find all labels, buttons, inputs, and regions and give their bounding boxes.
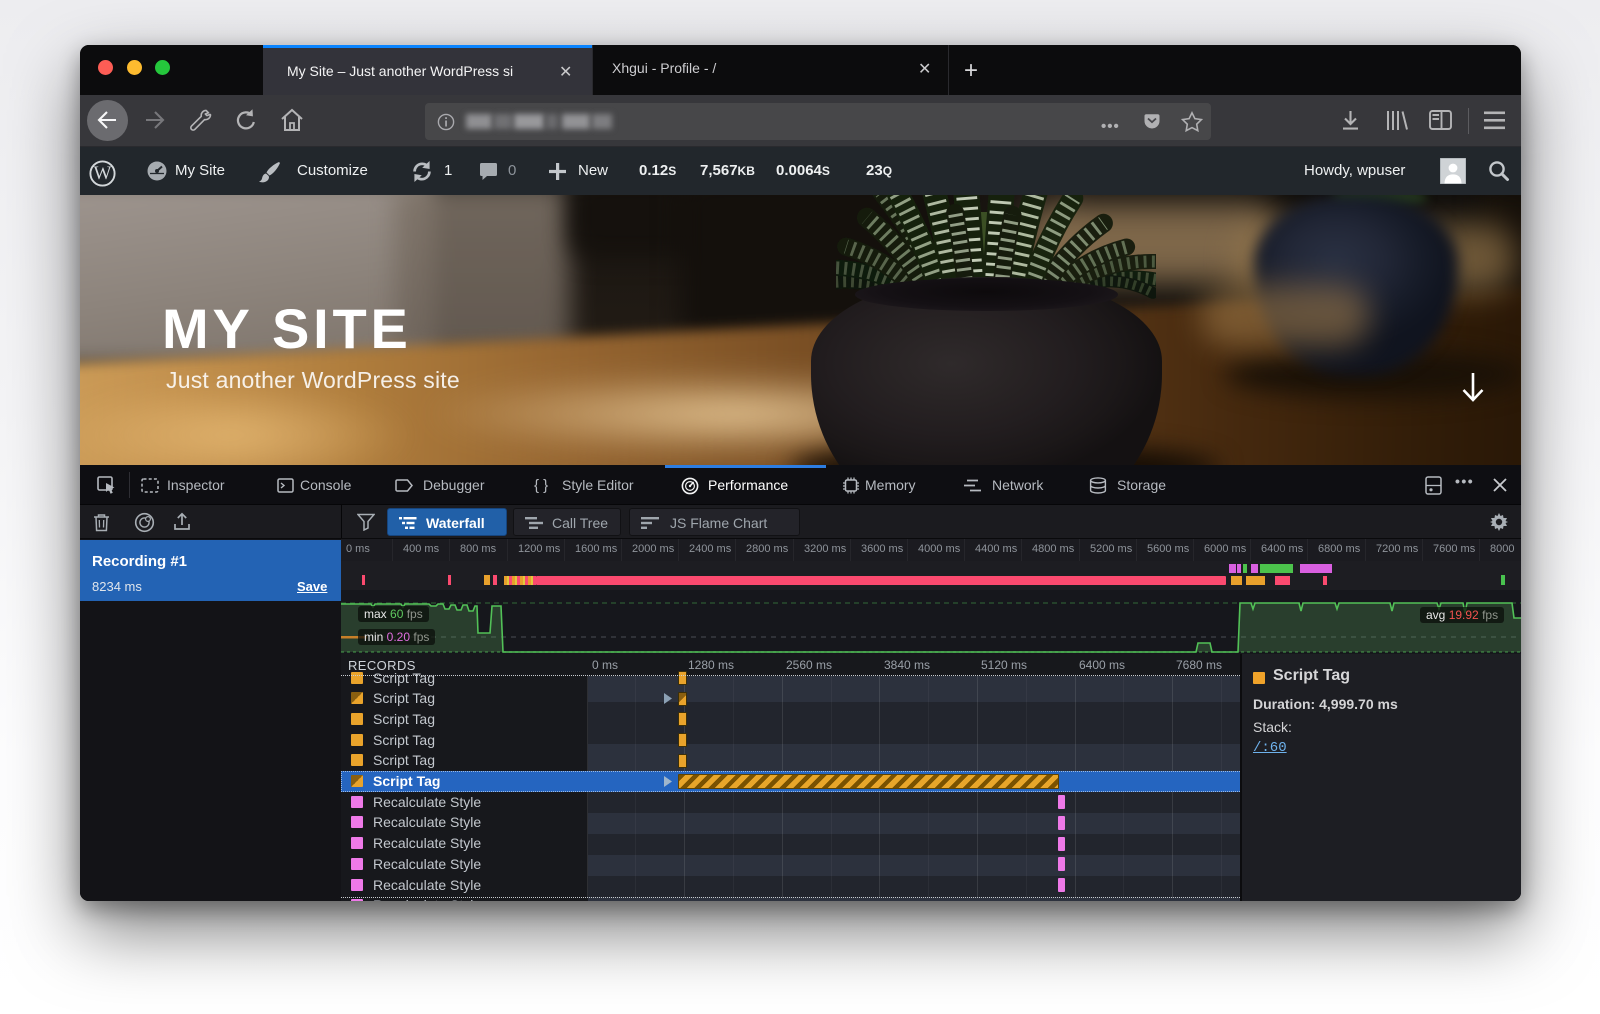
svg-text:W: W	[94, 163, 112, 184]
